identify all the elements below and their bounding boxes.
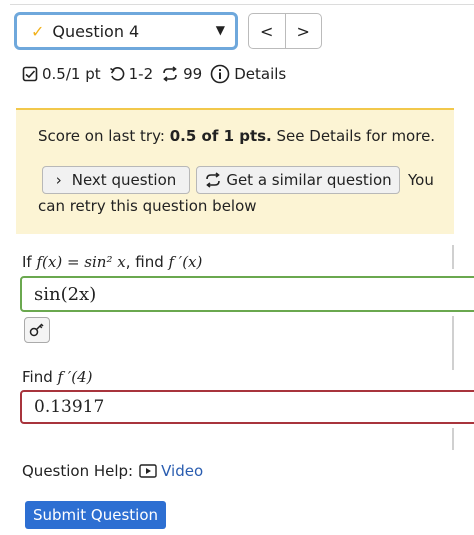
undo-icon [109,67,124,81]
next-question-button[interactable]: › Next question [42,166,190,194]
details-label: Details [234,65,287,83]
similar-question-label: Get a similar question [226,171,392,189]
question-selector-label: Question 4 [52,21,140,41]
next-question-label: Next question [71,171,177,189]
key-icon[interactable] [24,317,50,343]
prompt-find-2: Find [22,368,58,386]
top-divider [10,4,474,5]
retry-icon [206,172,221,188]
checkbox-icon [22,66,38,82]
question-prompt-1: If f(x) = sin² x, find f ′(x) [22,253,202,271]
submit-question-button[interactable]: Submit Question [25,501,166,529]
divider-line [452,316,454,370]
divider-line [452,245,454,269]
score-text: Score on last try: 0.5 of 1 pts. See Det… [38,127,435,145]
chevron-right-icon: › [55,171,62,189]
divider-line [452,428,454,450]
details-link[interactable]: Details [210,64,286,84]
video-icon [139,464,157,478]
answer-input-2[interactable]: 0.13917 [20,390,474,424]
info-icon [210,64,230,84]
retry-icon [163,66,177,82]
prompt-target-2: f ′(4) [57,368,93,386]
question-help-label: Question Help: [22,462,134,480]
answer-input-1[interactable]: sin(2x) [20,276,474,312]
caret-down-icon: ▼ [215,23,225,37]
question-nav: < > [248,13,322,49]
previous-question-button[interactable]: < [249,14,285,48]
score-suffix: See Details for more. [271,127,436,145]
retries-text: 99 [183,65,203,83]
attempts-text: 1-2 [128,65,154,83]
check-icon: ✓ [31,21,45,41]
status-row: 0.5/1 pt 1-2 99 Details [22,64,294,84]
question-prompt-2: Find f ′(4) [22,368,93,386]
retry-text-start: You [408,171,434,189]
prompt-find: , find [125,253,169,271]
similar-question-button[interactable]: Get a similar question [196,166,400,194]
video-label: Video [161,462,204,480]
prompt-if: If [22,253,37,271]
prompt-function: f(x) = sin² x [36,253,126,271]
attempts-status: 1-2 [109,65,154,83]
next-question-arrow-button[interactable]: > [284,14,322,48]
key-icon-glyph [29,323,44,337]
score-value: 0.5 of 1 pts. [169,127,272,145]
points-status: 0.5/1 pt [22,65,101,83]
question-selector[interactable]: ✓ Question 4 ▼ [14,12,238,50]
video-link[interactable]: Video [139,462,203,480]
retry-text: can retry this question below [38,197,257,215]
retries-status: 99 [161,65,202,83]
points-text: 0.5/1 pt [42,65,101,83]
prompt-target: f ′(x) [168,253,203,271]
question-help: Question Help: Video [22,462,203,480]
score-prefix: Score on last try: [38,127,170,145]
